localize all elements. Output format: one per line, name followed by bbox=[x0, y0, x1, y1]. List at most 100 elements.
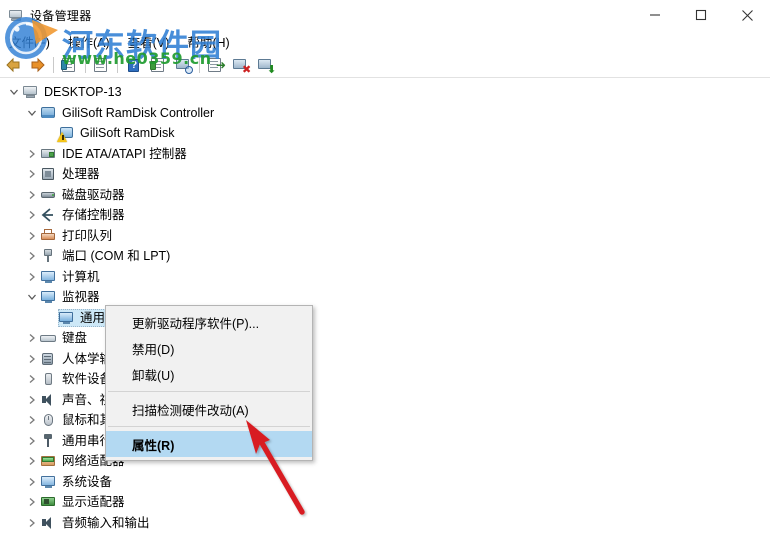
tree-row-gilisoft-ramdisk-controller[interactable]: GiliSoft RamDisk Controller bbox=[0, 103, 770, 124]
context-menu-item-properties[interactable]: 属性(R) bbox=[106, 431, 312, 457]
chevron-right-icon[interactable] bbox=[24, 474, 40, 490]
chevron-right-icon[interactable] bbox=[24, 228, 40, 244]
tree-row-storage-controllers[interactable]: 存储控制器 bbox=[0, 205, 770, 226]
tree-row-processors[interactable]: 处理器 bbox=[0, 164, 770, 185]
port-icon bbox=[40, 248, 57, 264]
chevron-right-icon[interactable] bbox=[24, 207, 40, 223]
menu-view[interactable]: 查看(V) bbox=[119, 30, 179, 53]
software-device-icon bbox=[40, 371, 57, 387]
menu-action[interactable]: 操作(A) bbox=[59, 30, 119, 53]
chevron-right-icon[interactable] bbox=[24, 433, 40, 449]
tree-row-print-queues[interactable]: 打印队列 bbox=[0, 226, 770, 247]
disable-device-button[interactable]: ✖ bbox=[229, 54, 252, 76]
chevron-right-icon[interactable] bbox=[24, 269, 40, 285]
tree-label: 系统设备 bbox=[62, 474, 113, 489]
tree-row-disk-drives[interactable]: 磁盘驱动器 bbox=[0, 185, 770, 206]
help-icon: ? bbox=[125, 58, 142, 73]
tree-row-audio-inputs-outputs[interactable]: 音频输入和输出 bbox=[0, 513, 770, 534]
device-manager-window: 设备管理器 文件(F) 操作(A) 查看(V) 帮助(H) ? ➜ ✖ ⬇ DE… bbox=[0, 0, 770, 536]
menu-bar: 文件(F) 操作(A) 查看(V) 帮助(H) bbox=[0, 30, 770, 52]
tree-row-ide-ata-atapi[interactable]: IDE ATA/ATAPI 控制器 bbox=[0, 144, 770, 165]
chevron-right-icon[interactable] bbox=[24, 166, 40, 182]
tree-row-gilisoft-ramdisk[interactable]: GiliSoft RamDisk bbox=[0, 123, 770, 144]
usb-icon bbox=[40, 433, 57, 449]
tree-row-root[interactable]: DESKTOP-13 bbox=[0, 82, 770, 103]
toolbar-separator bbox=[199, 57, 200, 73]
title-bar: 设备管理器 bbox=[0, 0, 770, 30]
tree-row-system-devices[interactable]: 系统设备 bbox=[0, 472, 770, 493]
chevron-right-icon[interactable] bbox=[24, 453, 40, 469]
chevron-down-icon[interactable] bbox=[24, 105, 40, 121]
toolbar-separator bbox=[85, 57, 86, 73]
tree-row-computer[interactable]: 计算机 bbox=[0, 267, 770, 288]
chevron-right-icon[interactable] bbox=[24, 330, 40, 346]
chevron-down-icon[interactable] bbox=[24, 289, 40, 305]
uninstall-device-icon: ⬇ bbox=[257, 58, 276, 75]
toolbar-separator bbox=[53, 57, 54, 73]
minimize-button[interactable] bbox=[632, 0, 678, 30]
chevron-right-icon[interactable] bbox=[24, 515, 40, 531]
chevron-right-icon[interactable] bbox=[24, 351, 40, 367]
network-adapter-icon bbox=[40, 453, 57, 469]
context-menu-separator bbox=[108, 426, 310, 427]
display-adapter-icon bbox=[40, 494, 57, 510]
tree-label: GiliSoft RamDisk Controller bbox=[62, 105, 215, 120]
print-queue-icon bbox=[40, 228, 57, 244]
tree-row-ports[interactable]: 端口 (COM 和 LPT) bbox=[0, 246, 770, 267]
chevron-down-icon[interactable] bbox=[6, 84, 22, 100]
device-manager-icon bbox=[8, 7, 24, 23]
warning-icon bbox=[57, 132, 68, 143]
help-button[interactable]: ? bbox=[122, 54, 145, 76]
window-title: 设备管理器 bbox=[30, 8, 92, 23]
chevron-right-icon[interactable] bbox=[24, 494, 40, 510]
chevron-right-icon[interactable] bbox=[24, 248, 40, 264]
tree-label: 端口 (COM 和 LPT) bbox=[62, 249, 171, 264]
controller-icon bbox=[40, 105, 57, 121]
tree-label: GiliSoft RamDisk bbox=[80, 126, 175, 141]
maximize-button[interactable] bbox=[678, 0, 724, 30]
add-hardware-icon: ➜ bbox=[207, 57, 226, 73]
uninstall-device-button[interactable]: ⬇ bbox=[254, 54, 277, 76]
context-menu[interactable]: 更新驱动程序软件(P)... 禁用(D) 卸载(U) 扫描检测硬件改动(A) 属… bbox=[105, 305, 313, 461]
forward-button[interactable] bbox=[26, 54, 49, 76]
tree-label: 处理器 bbox=[62, 167, 100, 182]
back-button[interactable] bbox=[1, 54, 24, 76]
chevron-right-icon[interactable] bbox=[24, 146, 40, 162]
toolbar-divider bbox=[0, 77, 770, 78]
chevron-right-icon[interactable] bbox=[24, 392, 40, 408]
computer-icon bbox=[22, 84, 39, 100]
console-tree-icon bbox=[61, 57, 78, 73]
processor-icon bbox=[40, 166, 57, 182]
storage-controller-icon bbox=[40, 207, 57, 223]
mouse-icon bbox=[40, 412, 57, 428]
add-legacy-hardware-button[interactable]: ➜ bbox=[204, 54, 227, 76]
properties-icon bbox=[93, 57, 110, 73]
tree-label: 存储控制器 bbox=[62, 208, 125, 223]
scan-hardware-icon bbox=[175, 58, 193, 74]
disk-drive-icon bbox=[40, 187, 57, 203]
context-menu-item-scan-hardware-changes[interactable]: 扫描检测硬件改动(A) bbox=[106, 396, 312, 422]
scan-hardware-changes-button[interactable] bbox=[172, 54, 195, 76]
context-menu-item-update-driver[interactable]: 更新驱动程序软件(P)... bbox=[106, 309, 312, 335]
context-menu-item-uninstall[interactable]: 卸载(U) bbox=[106, 361, 312, 387]
chevron-right-icon[interactable] bbox=[24, 371, 40, 387]
chevron-right-icon[interactable] bbox=[24, 187, 40, 203]
keyboard-icon bbox=[40, 330, 57, 346]
tree-label: 磁盘驱动器 bbox=[62, 187, 125, 202]
tree-label: 键盘 bbox=[62, 331, 88, 346]
properties-button[interactable] bbox=[90, 54, 113, 76]
close-button[interactable] bbox=[724, 0, 770, 30]
tree-label: 监视器 bbox=[62, 290, 100, 305]
chevron-right-icon[interactable] bbox=[24, 412, 40, 428]
update-driver-button[interactable] bbox=[147, 54, 170, 76]
menu-file[interactable]: 文件(F) bbox=[0, 30, 59, 53]
menu-help[interactable]: 帮助(H) bbox=[178, 30, 238, 53]
tree-label: DESKTOP-13 bbox=[44, 85, 122, 100]
update-driver-icon bbox=[150, 57, 167, 73]
context-menu-item-disable[interactable]: 禁用(D) bbox=[106, 335, 312, 361]
monitor-device-icon bbox=[58, 310, 75, 326]
computer-node-icon bbox=[40, 269, 57, 285]
tree-row-display-adapters[interactable]: 显示适配器 bbox=[0, 492, 770, 513]
tree-label: 计算机 bbox=[62, 269, 100, 284]
console-tree-button[interactable] bbox=[58, 54, 81, 76]
